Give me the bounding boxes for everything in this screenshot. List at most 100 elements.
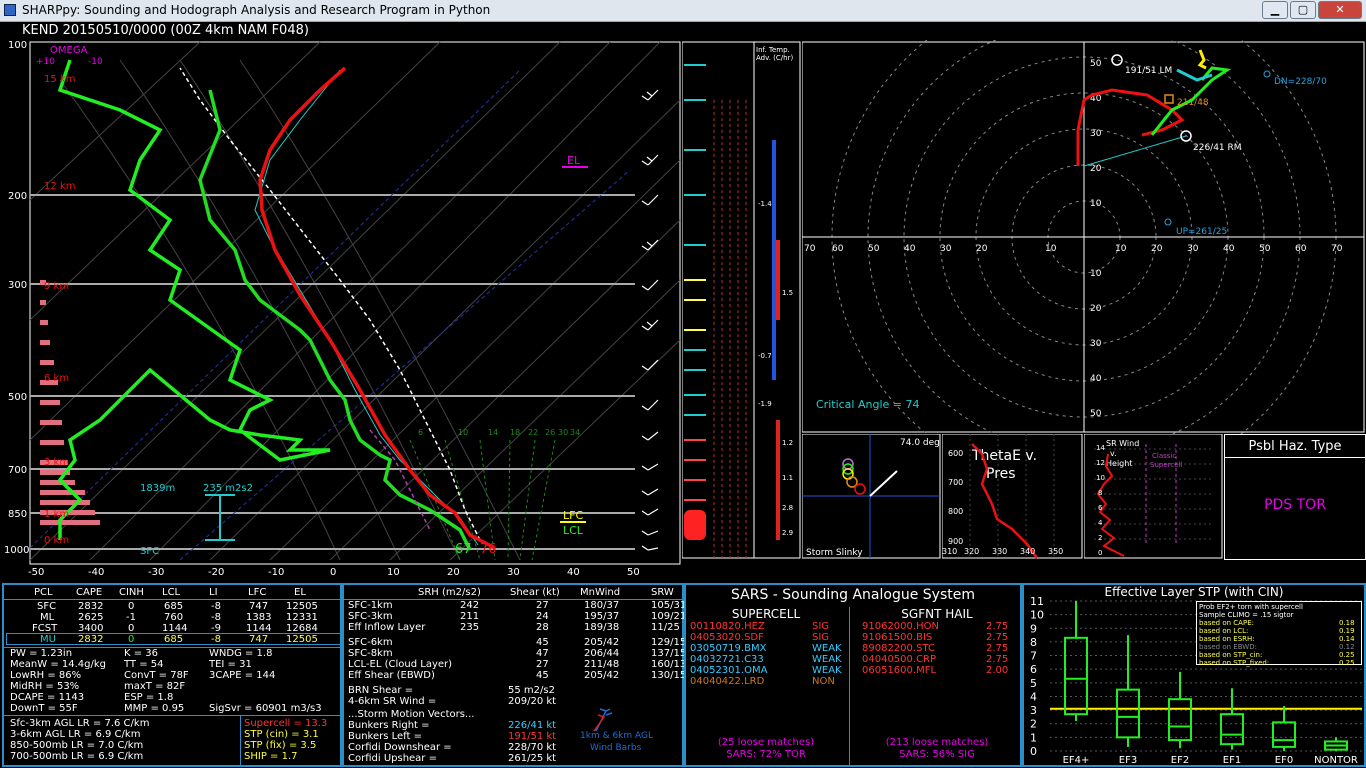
skewt-panel[interactable]: 6 10 14 18 22 26 30 34 1839m 235 m2s2 EL…: [0, 40, 682, 582]
critical-angle: Critical Angle = 74: [816, 398, 919, 411]
svg-text:30: 30: [1090, 129, 1102, 139]
sigsvr: SigSvr = 60901 m3/s3: [209, 703, 322, 714]
corfidi-up-value: 261/25 kt: [508, 753, 557, 764]
sr-wind-label: 4-6km SR Wind =: [348, 696, 437, 707]
el-label: EL: [567, 154, 581, 167]
svg-text:10: 10: [458, 428, 468, 437]
stp-x-tick: NONTOR: [1314, 755, 1358, 765]
svg-text:14: 14: [1096, 444, 1105, 452]
bunkers-left-label: Bunkers Left =: [348, 731, 422, 742]
window-title: SHARPpy: Sounding and Hodograph Analysis…: [22, 3, 491, 17]
stp-x-tick: EF3: [1119, 755, 1137, 765]
pw: PW = 1.23in: [10, 648, 73, 659]
stp-x-tick: EF0: [1275, 755, 1293, 765]
svg-text:-10: -10: [268, 567, 284, 578]
brn-shear-label: BRN Shear =: [348, 685, 414, 696]
close-button[interactable]: ✕: [1318, 1, 1362, 19]
up-label: UP=261/25: [1176, 227, 1227, 237]
sars-panel: SARS - Sounding Analogue System SUPERCEL…: [684, 583, 1022, 767]
kin-header-srh: SRH (m2/s2): [418, 587, 481, 598]
svg-text:50: 50: [1090, 409, 1102, 419]
lcl-label: LCL: [563, 524, 584, 537]
dn-label: DN=228/70: [1274, 77, 1327, 87]
stp-panel: Effective Layer STP (with CIN) 012345678…: [1022, 583, 1366, 767]
lm-label: 191/51 LM: [1125, 66, 1172, 76]
esp: ESP = 1.8: [124, 692, 174, 703]
srwind-title2: v.: [1110, 449, 1117, 458]
barb-legend-2: Wind Barbs: [590, 743, 642, 753]
corfidi-down-label: Corfidi Downshear =: [348, 742, 452, 753]
stp-y-tick: 0: [1030, 745, 1037, 758]
svg-text:0: 0: [330, 567, 336, 578]
svg-text:60: 60: [832, 244, 844, 254]
svg-text:22: 22: [528, 428, 538, 437]
stp-box-EF0: [1272, 706, 1296, 751]
kin-header-mnwind: MnWind: [580, 587, 621, 598]
svg-text:700: 700: [8, 465, 27, 476]
svg-text:0 km: 0 km: [44, 535, 69, 546]
stp-y-tick: 4: [1030, 690, 1037, 703]
svg-text:50: 50: [1259, 244, 1271, 254]
svg-text:-1.9: -1.9: [758, 400, 772, 408]
lapse-sfc3: Sfc-3km AGL LR = 7.6 C/km: [10, 718, 150, 729]
svg-text:9 km: 9 km: [44, 281, 69, 292]
kin-header-shear: Shear (kt): [510, 587, 560, 598]
svg-text:3 km: 3 km: [44, 457, 69, 468]
svg-text:340: 340: [1020, 547, 1035, 556]
svg-text:14: 14: [488, 428, 498, 437]
eff-inflow-srh: 235 m2s2: [203, 483, 253, 494]
srwind-title3: Height: [1106, 459, 1132, 468]
svg-text:350: 350: [1048, 547, 1063, 556]
rm-label: 226/41 RM: [1193, 143, 1242, 153]
pcl-header-lfc: LFC: [248, 587, 267, 598]
hazard-value: PDS TOR: [1264, 497, 1326, 513]
svg-text:6: 6: [418, 428, 423, 437]
k-index: K = 36: [124, 648, 159, 659]
meanw: MeanW = 14.4g/kg: [10, 659, 106, 670]
barb-legend-1: 1km & 6km AGL: [580, 731, 653, 741]
bunkers-left-value: 191/51 kt: [508, 731, 557, 742]
svg-text:700: 700: [948, 478, 963, 487]
svg-text:30: 30: [1187, 244, 1199, 254]
svg-text:310: 310: [942, 547, 957, 556]
stp-iqr: [1064, 636, 1088, 716]
svg-text:26: 26: [545, 428, 555, 437]
svg-text:40: 40: [567, 567, 580, 578]
hodograph-panel[interactable]: 70 60 50 40 30 20 10 10 20 30 40 50 60 7…: [802, 40, 1366, 434]
sars-sc-result: SARS: 72% TOR: [726, 749, 806, 760]
temperature-ticks: -50 -40 -30 -20 -10 0 10 20 30 40 50: [28, 567, 640, 578]
brn-shear-value: 55 m2/s2: [508, 685, 555, 696]
svg-text:20: 20: [1151, 244, 1163, 254]
stp-iqr: [1168, 698, 1192, 742]
omega-minus: -10: [88, 57, 103, 67]
app-icon: [4, 4, 16, 16]
svg-text:-40: -40: [88, 567, 104, 578]
svg-text:4: 4: [1098, 519, 1103, 527]
svg-text:-1.4: -1.4: [758, 200, 772, 208]
omega-label: OMEGA: [50, 45, 88, 56]
svg-text:40: 40: [1223, 244, 1235, 254]
stp-fix: STP (fix) = 3.5: [244, 740, 317, 751]
svg-text:1.1: 1.1: [782, 474, 793, 482]
stp-cin: STP (cin) = 3.1: [244, 729, 319, 740]
sounding-header: KEND 20150510/0000 (00Z 4km NAM F048): [22, 23, 309, 38]
stp-box-EF1: [1220, 688, 1244, 750]
svg-text:1 km: 1 km: [44, 509, 69, 520]
svg-text:20: 20: [976, 244, 988, 254]
pcl-header-cinh: CINH: [119, 587, 144, 598]
minimize-button[interactable]: ▁: [1262, 1, 1288, 19]
maximize-button[interactable]: ▢: [1290, 1, 1316, 19]
bunkers-right-label: Bunkers Right =: [348, 720, 430, 731]
svg-text:2.9: 2.9: [782, 529, 793, 537]
sfc-temp: 76: [480, 542, 497, 557]
corfidi-down-value: 228/70 kt: [508, 742, 557, 753]
downt: DownT = 55F: [10, 703, 78, 714]
srwind-panel: SR Wind v. Height Classic Supercell 14 1…: [1084, 434, 1223, 559]
omega-plus: +10: [36, 57, 55, 67]
tt-index: TT = 54: [124, 659, 164, 670]
slinky-label: Storm Slinky: [806, 548, 863, 558]
svg-text:2.8: 2.8: [782, 504, 793, 512]
midrh: MidRH = 53%: [10, 681, 80, 692]
svg-text:12: 12: [1096, 459, 1105, 467]
stp-y-tick: 9: [1030, 622, 1037, 635]
